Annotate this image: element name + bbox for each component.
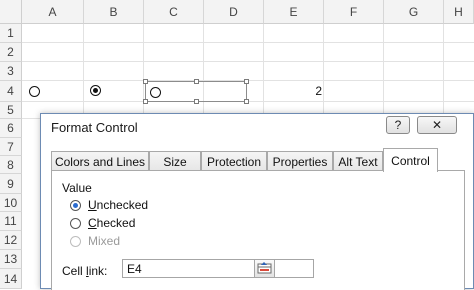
row-header-12[interactable]: 12: [0, 231, 22, 250]
collapse-dialog-icon: [257, 262, 272, 274]
row-header-5[interactable]: 5: [0, 102, 22, 119]
resize-handle[interactable]: [143, 79, 148, 84]
radio-icon[interactable]: [70, 217, 81, 229]
gridline: [22, 42, 474, 43]
control-tab-panel: Value Unchecked Checked Mixed Cell link:: [51, 170, 465, 290]
resize-handle[interactable]: [244, 99, 249, 104]
tab-alt-text[interactable]: Alt Text: [333, 151, 383, 171]
close-icon: ✕: [431, 118, 443, 132]
option-checked[interactable]: Checked: [70, 216, 135, 230]
cell-link-label: Cell link:: [62, 264, 108, 278]
option-mixed-label: Mixed: [88, 234, 121, 248]
row-header-14[interactable]: 14: [0, 269, 22, 289]
resize-handle[interactable]: [244, 79, 249, 84]
tab-colors-and-lines[interactable]: Colors and Lines: [51, 151, 149, 171]
sheet-option-button-a4[interactable]: [29, 86, 40, 97]
tab-properties[interactable]: Properties: [267, 151, 333, 171]
row-header-9[interactable]: 9: [0, 174, 22, 194]
column-header-f[interactable]: F: [324, 0, 384, 24]
row-header-2[interactable]: 2: [0, 43, 22, 62]
column-header-a[interactable]: A: [22, 0, 84, 24]
cell-e4-value[interactable]: 2: [300, 84, 322, 98]
value-group-label: Value: [62, 181, 92, 195]
row-header-8[interactable]: 8: [0, 156, 22, 174]
resize-handle[interactable]: [194, 99, 199, 104]
resize-handle[interactable]: [143, 99, 148, 104]
column-header-c[interactable]: C: [144, 0, 204, 24]
row-header-1[interactable]: 1: [0, 24, 22, 43]
dialog-title: Format Control: [51, 120, 138, 135]
row-header-6[interactable]: 6: [0, 119, 22, 138]
option-mixed: Mixed: [70, 234, 120, 248]
option-checked-label: Checked: [88, 216, 136, 230]
range-select-button[interactable]: [254, 259, 275, 278]
column-header-b[interactable]: B: [84, 0, 144, 24]
tab-protection[interactable]: Protection: [201, 151, 267, 171]
column-header-d[interactable]: D: [204, 0, 264, 24]
radio-icon[interactable]: [70, 199, 81, 211]
row-header-13[interactable]: 13: [0, 250, 22, 269]
column-header-g[interactable]: G: [384, 0, 444, 24]
select-all-corner[interactable]: [0, 0, 22, 24]
gridline: [22, 61, 474, 62]
tab-size[interactable]: Size: [149, 151, 201, 171]
help-button[interactable]: ?: [386, 116, 410, 134]
format-control-dialog: Format Control ? ✕ Colors and Lines Size…: [40, 113, 474, 290]
tab-control[interactable]: Control: [383, 148, 438, 172]
column-header-e[interactable]: E: [264, 0, 324, 24]
row-header-11[interactable]: 11: [0, 212, 22, 231]
column-header-h[interactable]: H: [444, 0, 474, 24]
sheet-option-button-b4[interactable]: [90, 85, 101, 96]
row-header-3[interactable]: 3: [0, 62, 22, 81]
row-header-7[interactable]: 7: [0, 138, 22, 156]
resize-handle[interactable]: [194, 79, 199, 84]
radio-icon: [70, 235, 81, 247]
row-header-4[interactable]: 4: [0, 81, 22, 102]
close-button[interactable]: ✕: [417, 116, 457, 134]
row-header-10[interactable]: 10: [0, 194, 22, 212]
cell-link-input[interactable]: [122, 259, 314, 278]
option-unchecked-label: Unchecked: [88, 198, 149, 212]
option-unchecked[interactable]: Unchecked: [70, 198, 148, 212]
